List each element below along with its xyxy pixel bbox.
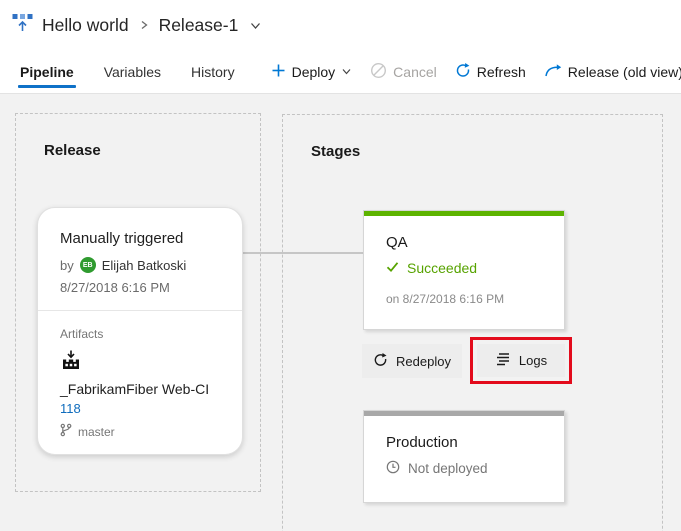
branch-icon xyxy=(60,423,72,440)
avatar: EB xyxy=(79,257,96,273)
stages-panel-title: Stages xyxy=(311,143,361,160)
branch-row: master xyxy=(60,423,222,440)
chevron-down-icon[interactable] xyxy=(249,19,262,32)
stage-status: Not deployed xyxy=(386,460,564,477)
check-icon xyxy=(386,260,399,276)
cancel-button[interactable]: Cancel xyxy=(370,50,437,93)
app-header: Hello world Release-1 xyxy=(0,0,681,50)
logs-button[interactable]: Logs xyxy=(477,344,565,377)
breadcrumb-release[interactable]: Release-1 xyxy=(159,15,239,36)
release-panel-title: Release xyxy=(44,142,101,159)
tab-variables[interactable]: Variables xyxy=(102,50,163,93)
chevron-down-icon xyxy=(341,64,352,80)
branch-name: master xyxy=(78,424,115,439)
refresh-button[interactable]: Refresh xyxy=(455,50,526,93)
refresh-icon xyxy=(455,62,471,81)
redeploy-icon xyxy=(373,352,388,370)
logs-icon xyxy=(495,352,511,369)
build-artifact-icon xyxy=(60,350,222,376)
release-date: 8/27/2018 6:16 PM xyxy=(60,280,170,295)
redeploy-button[interactable]: Redeploy xyxy=(362,344,462,378)
stage-name: QA xyxy=(386,234,408,251)
stage-card-qa[interactable]: QA Succeeded on 8/27/2018 6:16 PM xyxy=(363,210,565,330)
chevron-right-icon xyxy=(139,19,149,31)
release-to-stage-connector xyxy=(243,252,363,254)
pipeline-canvas: Release Stages Manually triggered by EB … xyxy=(0,94,681,531)
stage-name: Production xyxy=(386,434,458,451)
breadcrumb-project[interactable]: Hello world xyxy=(42,15,129,36)
artifact-name: _FabrikamFiber Web-CI xyxy=(60,381,210,397)
release-card: Manually triggered by EB Elijah Batkoski… xyxy=(37,207,243,455)
card-divider xyxy=(38,310,242,311)
tabs: Pipeline Variables History xyxy=(18,50,237,93)
release-byline: by EB Elijah Batkoski xyxy=(60,257,187,273)
tab-toolbar: Pipeline Variables History Deploy Cancel… xyxy=(0,50,681,94)
stage-card-production[interactable]: Production Not deployed xyxy=(363,410,565,503)
clock-icon xyxy=(386,460,400,477)
plus-icon xyxy=(271,63,286,81)
release-trigger-label: Manually triggered xyxy=(60,230,184,247)
artifact-version-link[interactable]: 118 xyxy=(60,401,222,416)
releases-icon xyxy=(12,12,33,38)
cancel-icon xyxy=(370,62,387,82)
tab-pipeline[interactable]: Pipeline xyxy=(18,50,76,93)
red-annotation-box: Logs xyxy=(470,337,572,384)
deploy-button[interactable]: Deploy xyxy=(271,50,353,93)
release-author: Elijah Batkoski xyxy=(101,257,187,273)
release-old-view-button[interactable]: Release (old view) xyxy=(544,50,681,93)
stage-deploy-date: on 8/27/2018 6:16 PM xyxy=(386,292,505,306)
stage-status: Succeeded xyxy=(386,260,564,276)
artifacts-label: Artifacts xyxy=(60,327,104,341)
curved-arrow-icon xyxy=(544,63,562,81)
tab-history[interactable]: History xyxy=(189,50,237,93)
